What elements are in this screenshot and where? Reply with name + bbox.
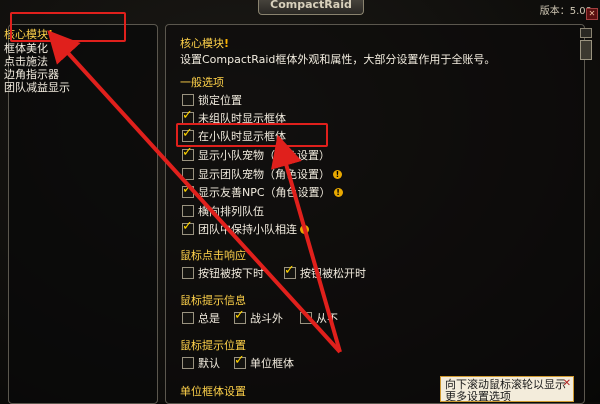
page-title: 核心模块! bbox=[180, 35, 229, 51]
option-label: 默认 bbox=[198, 357, 220, 370]
option-label: 显示友善NPC（角色设置） bbox=[198, 186, 331, 199]
checkbox[interactable] bbox=[182, 219, 194, 235]
annotation-box-option bbox=[176, 123, 328, 147]
option-label: 单位框体 bbox=[250, 357, 294, 370]
option-label: 按钮被按下时 bbox=[198, 267, 264, 280]
option-label: 横向排列队伍 bbox=[198, 205, 264, 218]
general-header: 一般选项 bbox=[180, 76, 224, 89]
option-label: 显示团队宠物（角色设置） bbox=[198, 168, 330, 181]
option-label: 按钮被松开时 bbox=[300, 267, 366, 280]
warning-icon: ! bbox=[224, 37, 230, 50]
info-icon: ! bbox=[300, 224, 309, 234]
scrollbar[interactable] bbox=[578, 24, 592, 402]
checkbox[interactable] bbox=[182, 168, 194, 180]
annotation-box-sidebar bbox=[10, 12, 126, 42]
option-unit-frame[interactable]: 单位框体 bbox=[234, 353, 294, 371]
checkbox[interactable] bbox=[182, 357, 194, 369]
option-label: 战斗外 bbox=[250, 312, 283, 325]
checkbox[interactable] bbox=[182, 267, 194, 279]
option-friendly-npc[interactable]: 显示友善NPC（角色设置）! bbox=[182, 182, 343, 200]
page-title-text: 核心模块 bbox=[180, 37, 224, 50]
checkbox[interactable] bbox=[182, 94, 194, 106]
option-on-release[interactable]: 按钮被松开时 bbox=[284, 263, 366, 281]
option-never[interactable]: 从不 bbox=[300, 310, 338, 326]
option-always[interactable]: 总是 bbox=[182, 310, 220, 326]
option-horizontal-groups[interactable]: 横向排列队伍 bbox=[182, 203, 264, 219]
option-raid-pets[interactable]: 显示团队宠物（角色设置）! bbox=[182, 166, 342, 182]
checkbox[interactable] bbox=[182, 145, 194, 161]
checkbox[interactable] bbox=[182, 312, 194, 324]
checkbox[interactable] bbox=[300, 312, 312, 324]
option-keep-groups[interactable]: 团队中保持小队相连! bbox=[182, 219, 309, 237]
unit-frame-header: 单位框体设置 bbox=[180, 385, 246, 398]
option-label: 总是 bbox=[198, 312, 220, 325]
mouse-click-header: 鼠标点击响应 bbox=[180, 249, 246, 262]
version-label: 版本：5.09 bbox=[539, 6, 592, 17]
checkbox[interactable] bbox=[182, 182, 194, 198]
checkbox[interactable] bbox=[234, 353, 246, 369]
info-icon: ! bbox=[333, 169, 342, 179]
checkbox[interactable] bbox=[182, 205, 194, 217]
option-label: 团队中保持小队相连 bbox=[198, 223, 297, 236]
option-label: 从不 bbox=[316, 312, 338, 325]
checkbox[interactable] bbox=[284, 263, 296, 279]
tooltip-info-header: 鼠标提示信息 bbox=[180, 294, 246, 307]
sidebar-item-label: 团队减益显示 bbox=[4, 81, 70, 94]
sidebar-item-raid-debuff[interactable]: 团队减益显示 bbox=[4, 79, 70, 95]
checkbox[interactable] bbox=[234, 308, 246, 324]
close-icon[interactable]: ✕ bbox=[586, 8, 598, 20]
scroll-thumb[interactable] bbox=[580, 40, 592, 60]
option-label: 显示小队宠物（角色设置） bbox=[198, 149, 330, 162]
option-on-press[interactable]: 按钮被按下时 bbox=[182, 265, 264, 281]
option-party-pets[interactable]: 显示小队宠物（角色设置） bbox=[182, 145, 330, 163]
option-lock-position[interactable]: 锁定位置 bbox=[182, 92, 242, 108]
addon-window: CompactRaid 版本：5.09 ✕ 核心模块! 框体美化 点击施法 边角… bbox=[0, 0, 600, 404]
option-out-of-combat[interactable]: 战斗外 bbox=[234, 308, 283, 326]
close-icon[interactable]: ✕ bbox=[563, 378, 571, 390]
window-title: CompactRaid bbox=[258, 0, 364, 15]
option-label: 锁定位置 bbox=[198, 94, 242, 107]
tooltip-text: 向下滚动鼠标滚轮以显示更多设置选项 bbox=[445, 378, 566, 402]
tooltip-pos-header: 鼠标提示位置 bbox=[180, 339, 246, 352]
info-icon: ! bbox=[333, 187, 343, 197]
page-description: 设置CompactRaid框体外观和属性，大部分设置作用于全账号。 bbox=[180, 53, 496, 66]
option-default[interactable]: 默认 bbox=[182, 355, 220, 371]
scroll-hint-tooltip: 向下滚动鼠标滚轮以显示更多设置选项 ✕ bbox=[440, 376, 574, 402]
scroll-up-button[interactable] bbox=[580, 28, 592, 38]
